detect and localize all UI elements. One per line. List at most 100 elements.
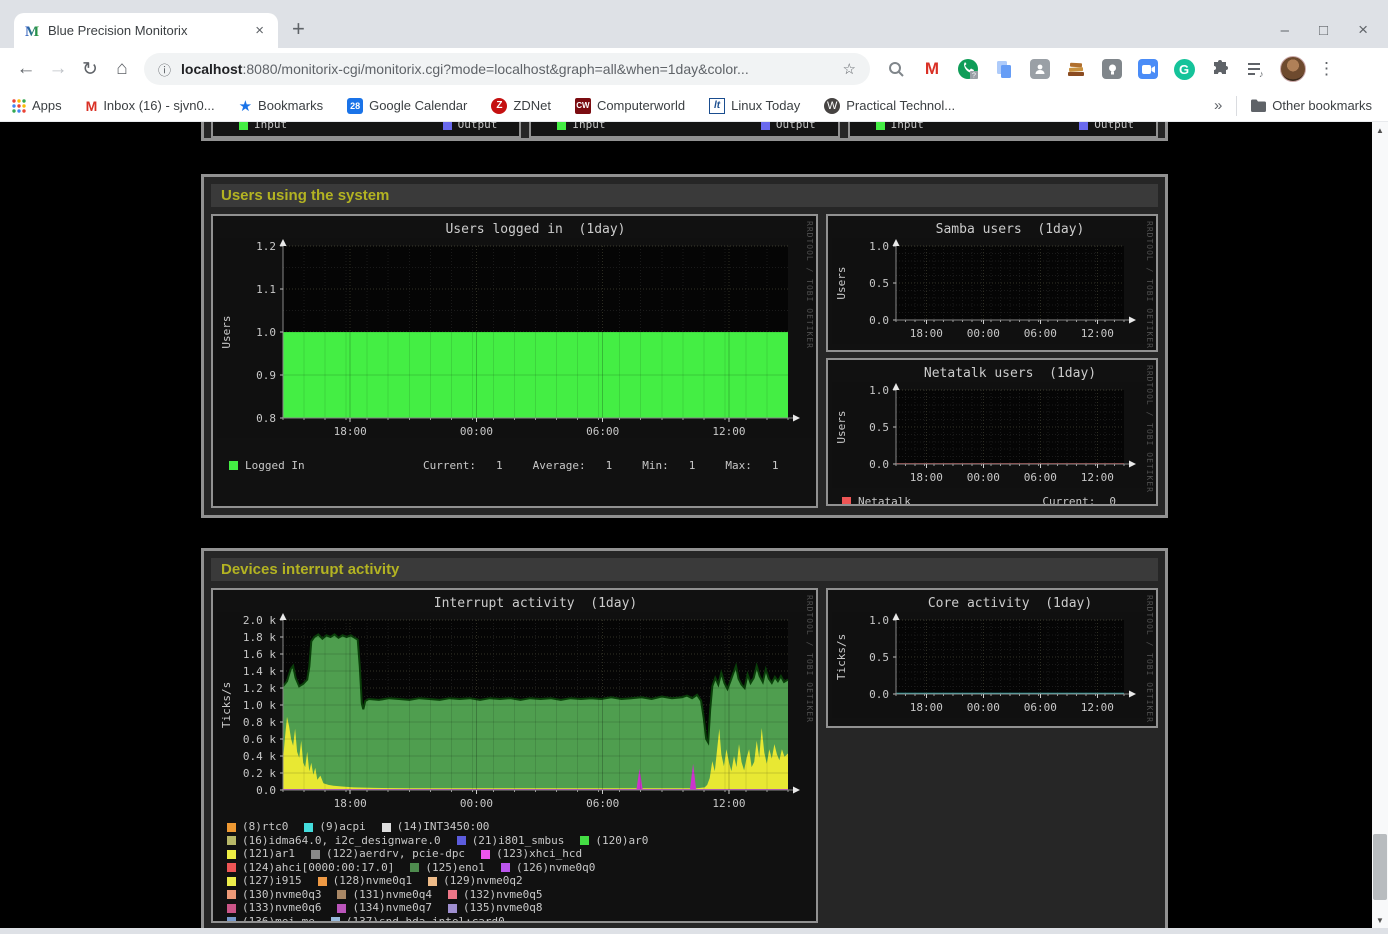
bookmark-computerworld[interactable]: CW Computerworld xyxy=(575,98,685,114)
reload-button[interactable]: ↻ xyxy=(74,58,106,81)
window-close-button[interactable]: × xyxy=(1358,20,1368,40)
vertical-scrollbar[interactable]: ▲ ▼ xyxy=(1372,122,1388,928)
books-stack-icon[interactable] xyxy=(1064,57,1088,81)
gmail-extension-icon[interactable]: M xyxy=(920,57,944,81)
svg-text:♪: ♪ xyxy=(1259,69,1264,79)
section-title-devices: Devices interrupt activity xyxy=(211,558,1158,581)
gmail-icon: M xyxy=(86,98,98,114)
back-button[interactable]: ← xyxy=(10,58,42,80)
legend-swatch xyxy=(761,122,770,130)
chart-title: Core activity (1day) xyxy=(896,596,1124,612)
scrollbar-up-arrow[interactable]: ▲ xyxy=(1372,122,1388,138)
browser-menu-icon[interactable]: ⋮ xyxy=(1318,59,1335,79)
window-maximize-button[interactable]: □ xyxy=(1319,22,1328,39)
legend-swatch xyxy=(318,877,327,886)
svg-text:M: M xyxy=(25,24,39,39)
computerworld-icon: CW xyxy=(575,98,591,114)
devices-interrupt-section: Devices interrupt activity Interrupt act… xyxy=(201,548,1168,928)
chart-title: Users logged in (1day) xyxy=(283,222,788,238)
legend-item: (137)snd_hda_intel:card0 xyxy=(331,916,505,924)
legend-item: (8)rtc0 xyxy=(227,821,288,834)
window-minimize-button[interactable]: – xyxy=(1281,22,1289,39)
core-activity-chart[interactable]: 0.00.51.018:0000:0006:0012:00Ticks/s xyxy=(832,612,1152,718)
scrollbar-down-arrow[interactable]: ▼ xyxy=(1372,912,1388,928)
bookmark-practical-technology[interactable]: W Practical Technol... xyxy=(824,98,955,114)
legend-swatch xyxy=(337,904,346,913)
rrdtool-watermark: RRDTOOL / TOBI OETIKER xyxy=(805,595,814,723)
svg-text:06:00: 06:00 xyxy=(586,425,619,438)
legend-item: (14)INT3450:00 xyxy=(382,821,490,834)
legend-swatch xyxy=(227,850,236,859)
svg-text:0.5: 0.5 xyxy=(869,277,889,290)
calendar-icon: 28 xyxy=(347,98,363,114)
svg-text:12:00: 12:00 xyxy=(712,425,745,438)
svg-text:0.6 k: 0.6 k xyxy=(243,733,276,746)
netatalk-users-graph-panel[interactable]: Netatalk users (1day) 0.00.51.018:0000:0… xyxy=(826,358,1158,506)
other-bookmarks[interactable]: Other bookmarks xyxy=(1251,98,1372,113)
legend-swatch xyxy=(227,904,236,913)
browser-tab[interactable]: M Blue Precision Monitorix × xyxy=(14,13,278,48)
profile-badge-icon[interactable] xyxy=(1028,57,1052,81)
playlist-icon[interactable]: ♪ xyxy=(1244,57,1268,81)
legend-row: (124)ahci[0000:00:17.0](125)eno1(126)nvm… xyxy=(227,862,812,875)
svg-text:06:00: 06:00 xyxy=(1024,471,1057,484)
copy-pages-icon[interactable] xyxy=(992,57,1016,81)
interrupt-activity-graph-panel[interactable]: Interrupt activity (1day) 0.00.2 k0.4 k0… xyxy=(211,588,818,923)
legend-swatch xyxy=(410,863,419,872)
rrdtool-watermark: RRDTOOL / TOBI OETIKER xyxy=(1145,365,1154,493)
users-logged-in-graph-panel[interactable]: Users logged in (1day) 0.80.91.01.11.218… xyxy=(211,214,818,508)
bookmark-zdnet[interactable]: Z ZDNet xyxy=(491,98,551,114)
new-tab-button[interactable]: + xyxy=(292,16,305,42)
svg-text:1.0: 1.0 xyxy=(869,240,889,253)
extensions-puzzle-icon[interactable] xyxy=(1208,57,1232,81)
svg-text:2.0 k: 2.0 k xyxy=(243,614,276,627)
legend-item: (124)ahci[0000:00:17.0] xyxy=(227,862,394,875)
scrollbar-thumb[interactable] xyxy=(1373,834,1387,900)
bookmarks-bar: Apps M Inbox (16) - sjvn0... ★ Bookmarks… xyxy=(0,90,1388,122)
samba-users-chart[interactable]: 0.00.51.018:0000:0006:0012:00Users xyxy=(832,238,1152,344)
legend-swatch xyxy=(227,836,236,845)
network-graph-panel[interactable]: Input Output xyxy=(848,122,1158,138)
legend-item: (130)nvme0q3 xyxy=(227,889,321,902)
bookmark-star-icon[interactable]: ☆ xyxy=(843,60,856,78)
legend-row: (16)idma64.0, i2c_designware.0(21)i801_s… xyxy=(227,835,812,848)
svg-text:00:00: 00:00 xyxy=(967,471,1000,484)
site-info-icon[interactable]: ⓘ xyxy=(158,60,171,79)
legend-swatch xyxy=(448,904,457,913)
legend-swatch xyxy=(457,836,466,845)
netatalk-users-chart[interactable]: 0.00.51.018:0000:0006:0012:00Users xyxy=(832,382,1152,488)
video-camera-icon[interactable] xyxy=(1136,57,1160,81)
address-bar[interactable]: ⓘ localhost:8080/monitorix-cgi/monitorix… xyxy=(144,53,870,85)
svg-text:0.8: 0.8 xyxy=(256,412,276,425)
network-graph-panel[interactable]: Input Output xyxy=(211,122,521,138)
legend-swatch xyxy=(842,497,851,506)
url-text[interactable]: localhost:8080/monitorix-cgi/monitorix.c… xyxy=(181,61,835,77)
lamp-extension-icon[interactable] xyxy=(1100,57,1124,81)
core-activity-graph-panel[interactable]: Core activity (1day) 0.00.51.018:0000:00… xyxy=(826,588,1158,728)
bookmark-linux-today[interactable]: lt Linux Today xyxy=(709,98,800,114)
legend-item: (121)ar1 xyxy=(227,848,295,861)
tab-title: Blue Precision Monitorix xyxy=(48,23,251,38)
legend-swatch xyxy=(557,122,566,130)
bookmark-bookmarks[interactable]: ★ Bookmarks xyxy=(239,97,323,115)
search-icon[interactable] xyxy=(884,57,908,81)
bookmarks-overflow-chevron[interactable]: » xyxy=(1214,97,1222,114)
svg-text:1.0: 1.0 xyxy=(869,384,889,397)
svg-text:0.8 k: 0.8 k xyxy=(243,716,276,729)
phone-extension-icon[interactable]: ? xyxy=(956,57,980,81)
interrupt-activity-chart[interactable]: 0.00.2 k0.4 k0.6 k0.8 k1.0 k1.2 k1.4 k1.… xyxy=(217,612,815,810)
home-button[interactable]: ⌂ xyxy=(106,58,138,80)
svg-text:1.0 k: 1.0 k xyxy=(243,699,276,712)
bookmark-apps[interactable]: Apps xyxy=(12,98,62,113)
legend-item: (126)nvme0q0 xyxy=(501,862,595,875)
bookmark-inbox[interactable]: M Inbox (16) - sjvn0... xyxy=(86,98,215,114)
bookmark-google-calendar[interactable]: 28 Google Calendar xyxy=(347,98,467,114)
grammarly-icon[interactable]: G xyxy=(1172,57,1196,81)
forward-button[interactable]: → xyxy=(42,58,74,80)
network-graph-panel[interactable]: Input Output xyxy=(529,122,839,138)
svg-text:Ticks/s: Ticks/s xyxy=(835,634,848,680)
profile-avatar[interactable] xyxy=(1280,56,1306,82)
samba-users-graph-panel[interactable]: Samba users (1day) 0.00.51.018:0000:0006… xyxy=(826,214,1158,352)
tab-close-icon[interactable]: × xyxy=(251,22,268,39)
users-logged-in-chart[interactable]: 0.80.91.01.11.218:0000:0006:0012:00Users xyxy=(217,238,815,438)
